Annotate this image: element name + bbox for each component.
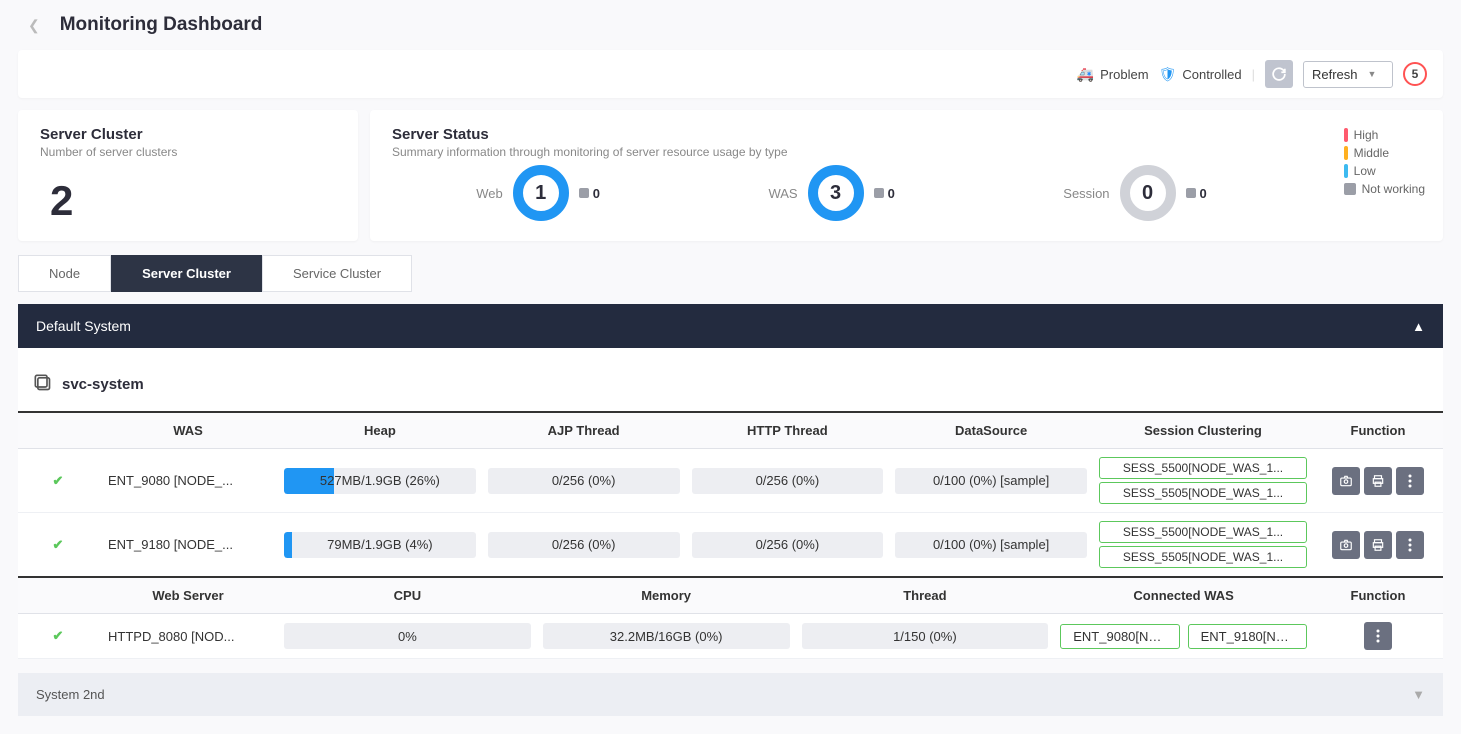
status-subcount: 0	[874, 186, 895, 201]
web-table: Web ServerCPUMemoryThreadConnected WASFu…	[18, 576, 1443, 659]
ambulance-icon: 🚑	[1077, 66, 1094, 83]
column-header: CPU	[278, 577, 537, 614]
tab-server-cluster[interactable]: Server Cluster	[111, 255, 262, 292]
status-item-label: Web	[476, 186, 503, 201]
column-header: Session Clustering	[1093, 412, 1313, 449]
snapshot-button[interactable]	[1332, 467, 1360, 495]
cluster-card-title: Server Cluster	[40, 126, 336, 143]
table-row: ✔ HTTPD_8080 [NOD... 0% 32.2MB/16GB (0%)…	[18, 614, 1443, 659]
refresh-icon	[1272, 67, 1286, 81]
server-status-card: Server Status Summary information throug…	[370, 110, 1443, 241]
toolbar: 🚑 Problem 🛡 Controlled | Refresh ▼ 5	[18, 50, 1443, 98]
alert-count-badge[interactable]: 5	[1403, 62, 1427, 86]
snapshot-button[interactable]	[1332, 531, 1360, 559]
server-name[interactable]: HTTPD_8080 [NOD...	[98, 614, 278, 659]
connected-was-pill[interactable]: ENT_9080[NODE_WAS_16...	[1060, 624, 1179, 649]
ajp-bar: 0/256 (0%)	[488, 468, 680, 494]
cluster-count: 2	[40, 177, 336, 225]
status-item: WAS 3 0	[768, 165, 894, 221]
session-pill[interactable]: SESS_5500[NODE_WAS_1...	[1099, 521, 1307, 543]
server-cluster-card: Server Cluster Number of server clusters…	[18, 110, 358, 241]
table-row: ✔ ENT_9180 [NODE_... 79MB/1.9GB (4%) 0/2…	[18, 513, 1443, 577]
ajp-bar: 0/256 (0%)	[488, 532, 680, 558]
cpu-bar: 0%	[284, 623, 531, 649]
ds-bar: 0/100 (0%) [sample]	[895, 468, 1087, 494]
status-subcount: 0	[1186, 186, 1207, 201]
status-legend: High Middle Low Not working	[1344, 128, 1425, 196]
stack-icon	[32, 372, 52, 397]
heap-bar: 79MB/1.9GB (4%)	[284, 532, 476, 558]
http-bar: 0/256 (0%)	[692, 468, 884, 494]
legend-controlled: 🛡 Controlled	[1159, 66, 1242, 83]
thread-bar: 1/150 (0%)	[802, 623, 1049, 649]
was-table: WASHeapAJP ThreadHTTP ThreadDataSourceSe…	[18, 411, 1443, 577]
chevron-up-icon[interactable]: ▲	[1412, 319, 1425, 334]
column-header: Thread	[796, 577, 1055, 614]
problem-label: Problem	[1100, 67, 1148, 82]
page-title: Monitoring Dashboard	[60, 14, 263, 36]
check-icon: ✔	[53, 628, 64, 643]
column-header	[18, 412, 98, 449]
column-header: Function	[1313, 412, 1443, 449]
column-header: Web Server	[98, 577, 278, 614]
column-header: Memory	[537, 577, 796, 614]
print-button[interactable]	[1364, 467, 1392, 495]
shield-icon: 🛡	[1159, 66, 1177, 83]
connected-was-pill[interactable]: ENT_9180[NODE_WAS_16...	[1188, 624, 1307, 649]
refresh-interval-select[interactable]: Refresh ▼	[1303, 61, 1393, 88]
accordion-title: Default System	[36, 318, 131, 334]
system-name: svc-system	[62, 376, 144, 393]
check-icon: ✔	[53, 537, 64, 552]
divider: |	[1252, 67, 1255, 82]
status-item-label: WAS	[768, 186, 797, 201]
column-header: WAS	[98, 412, 278, 449]
status-card-subtitle: Summary information through monitoring o…	[392, 145, 1421, 159]
chevron-down-icon[interactable]: ▼	[1412, 687, 1425, 702]
accordion-default-system[interactable]: Default System ▲	[18, 304, 1443, 348]
accordion-system-2nd[interactable]: System 2nd ▼	[18, 673, 1443, 716]
http-bar: 0/256 (0%)	[692, 532, 884, 558]
controlled-label: Controlled	[1182, 67, 1241, 82]
column-header: DataSource	[889, 412, 1093, 449]
tab-service-cluster[interactable]: Service Cluster	[262, 255, 412, 292]
status-item: Session 0 0	[1063, 165, 1206, 221]
more-button[interactable]	[1364, 622, 1392, 650]
session-pill[interactable]: SESS_5500[NODE_WAS_1...	[1099, 457, 1307, 479]
check-icon: ✔	[53, 473, 64, 488]
column-header: Connected WAS	[1054, 577, 1313, 614]
back-icon[interactable]: ❮	[22, 17, 46, 34]
ds-bar: 0/100 (0%) [sample]	[895, 532, 1087, 558]
column-header: AJP Thread	[482, 412, 686, 449]
heap-bar: 527MB/1.9GB (26%)	[284, 468, 476, 494]
more-button[interactable]	[1396, 467, 1424, 495]
accordion2-title: System 2nd	[36, 687, 105, 702]
status-item-label: Session	[1063, 186, 1109, 201]
column-header	[18, 577, 98, 614]
session-pill[interactable]: SESS_5505[NODE_WAS_1...	[1099, 482, 1307, 504]
status-ring: 1	[513, 165, 569, 221]
status-card-title: Server Status	[392, 126, 1421, 143]
status-subcount: 0	[579, 186, 600, 201]
caret-down-icon: ▼	[1368, 69, 1377, 79]
more-button[interactable]	[1396, 531, 1424, 559]
status-ring: 0	[1120, 165, 1176, 221]
status-item: Web 1 0	[476, 165, 600, 221]
session-pill[interactable]: SESS_5505[NODE_WAS_1...	[1099, 546, 1307, 568]
refresh-button[interactable]	[1265, 60, 1293, 88]
refresh-interval-label: Refresh	[1312, 67, 1358, 82]
table-row: ✔ ENT_9080 [NODE_... 527MB/1.9GB (26%) 0…	[18, 449, 1443, 513]
server-name[interactable]: ENT_9180 [NODE_...	[98, 513, 278, 577]
server-name[interactable]: ENT_9080 [NODE_...	[98, 449, 278, 513]
status-ring: 3	[808, 165, 864, 221]
legend-problem: 🚑 Problem	[1077, 66, 1149, 83]
print-button[interactable]	[1364, 531, 1392, 559]
tab-node[interactable]: Node	[18, 255, 111, 292]
mem-bar: 32.2MB/16GB (0%)	[543, 623, 790, 649]
column-header: HTTP Thread	[686, 412, 890, 449]
column-header: Function	[1313, 577, 1443, 614]
cluster-card-subtitle: Number of server clusters	[40, 145, 336, 159]
column-header: Heap	[278, 412, 482, 449]
